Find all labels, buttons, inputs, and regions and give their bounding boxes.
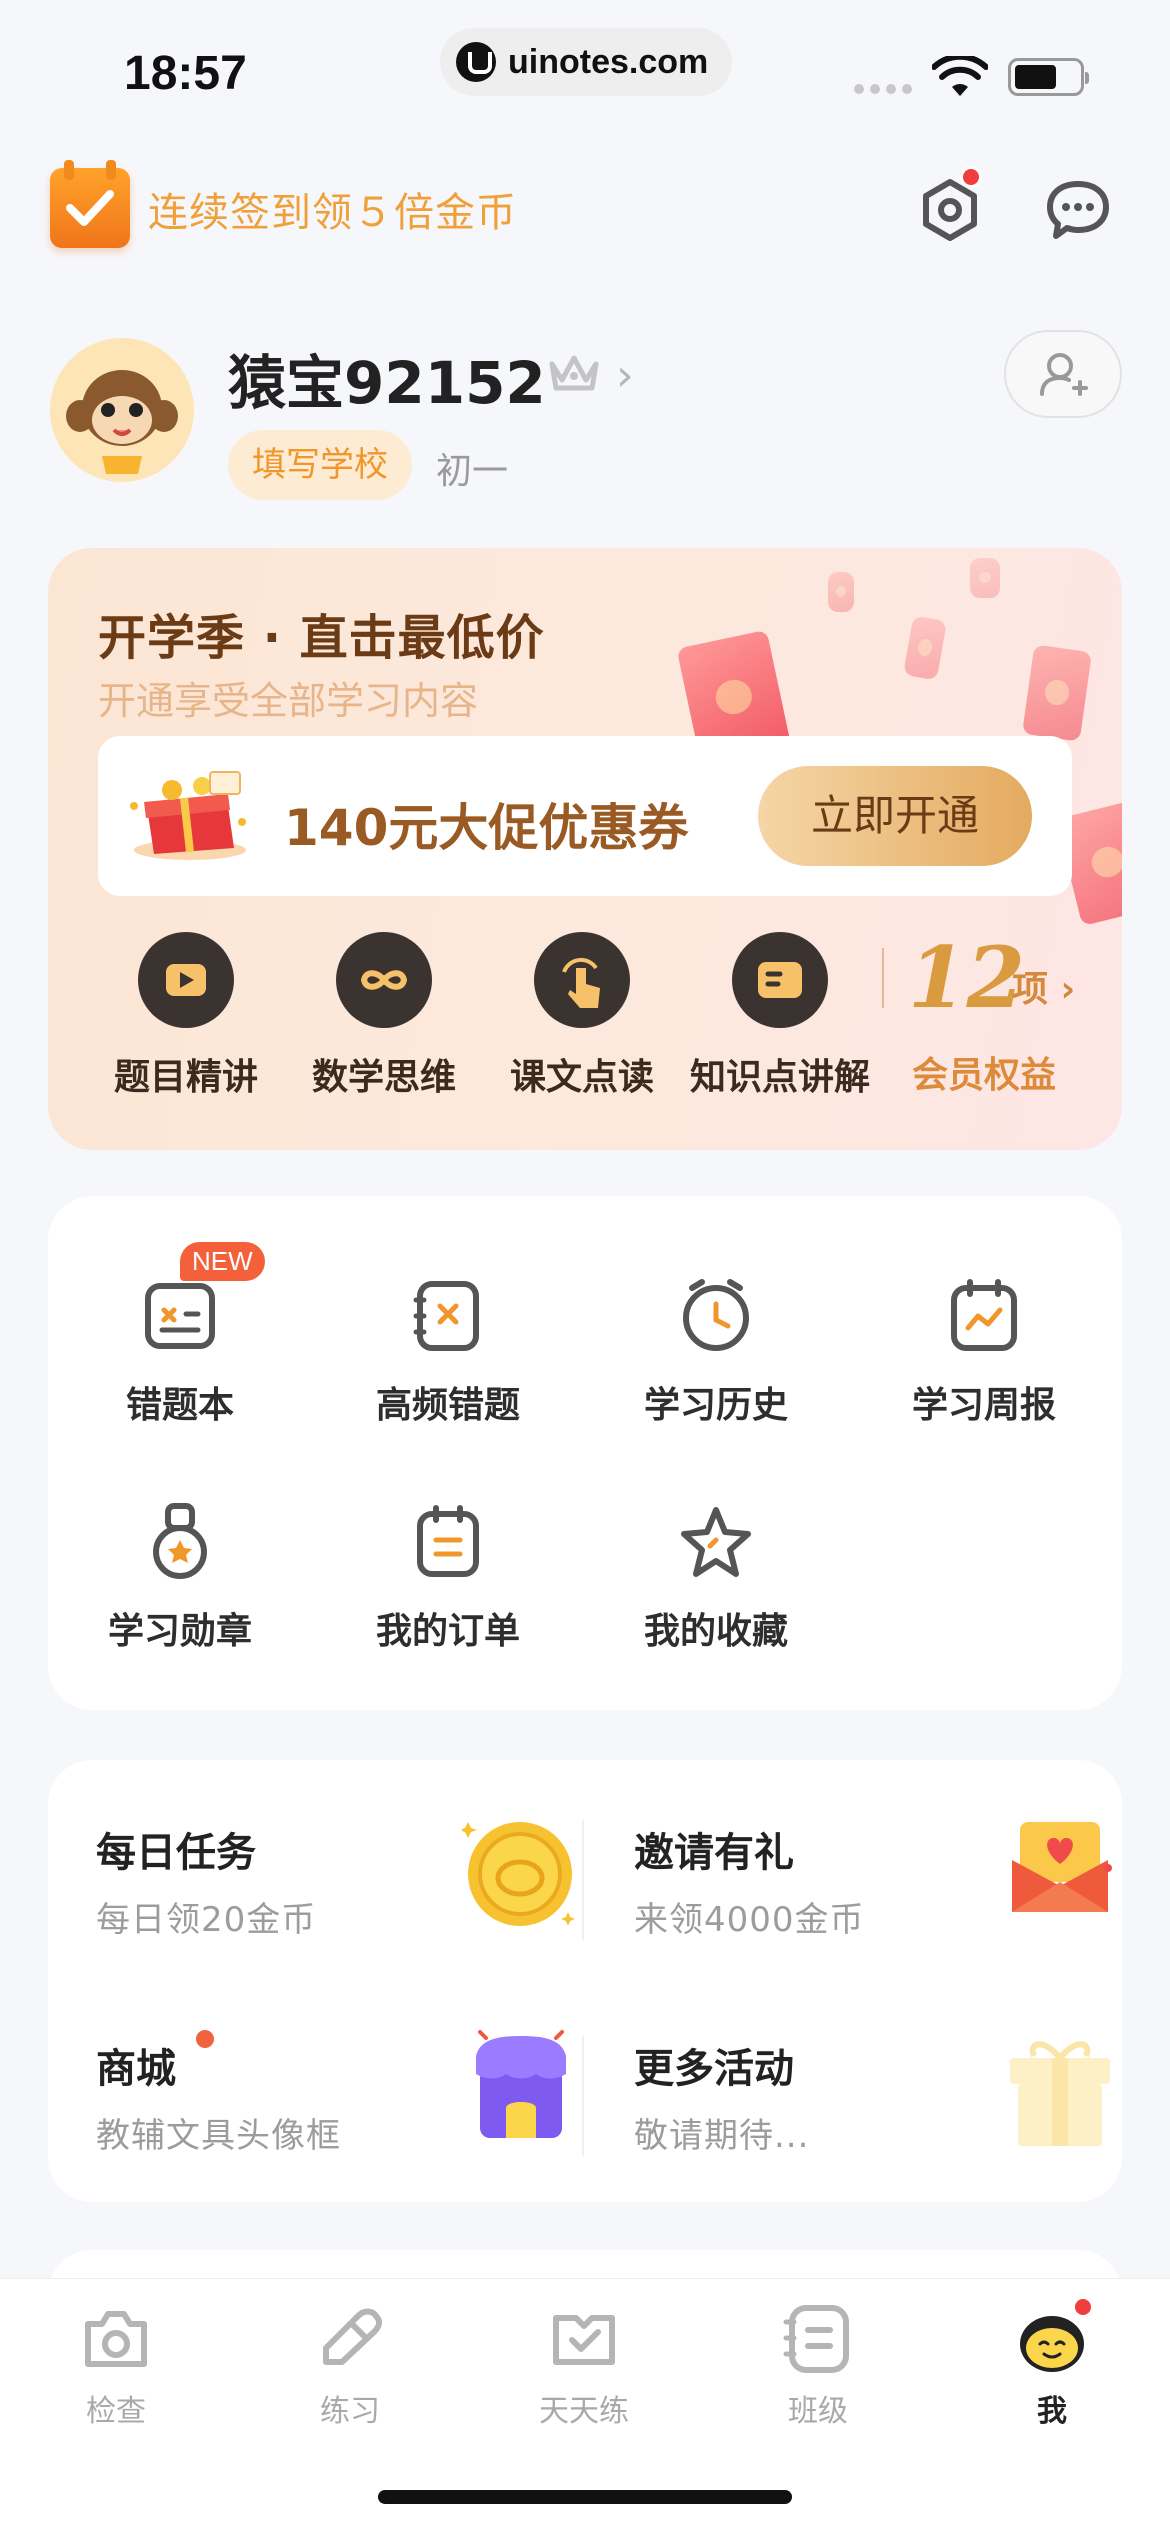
pencil-icon	[323, 2308, 383, 2365]
divider	[582, 2036, 584, 2156]
divider	[582, 1820, 584, 1940]
site-logo-icon	[456, 42, 496, 82]
message-button[interactable]	[1044, 176, 1112, 244]
feature-label: 知识点讲解	[690, 1057, 871, 1098]
url-pill[interactable]: uinotes.com	[440, 28, 732, 96]
card-icon	[732, 932, 828, 1028]
vip-feature-item[interactable]: 知识点讲解	[690, 932, 870, 1100]
benefits-count: 12	[908, 928, 1025, 1027]
vip-title: 开学季 · 直击最低价	[98, 610, 545, 666]
tab-label: 班级	[788, 2394, 848, 2429]
settings-button[interactable]	[916, 166, 984, 244]
tool-item-wrong-notebook[interactable]: NEW 错题本	[80, 1242, 280, 1428]
fill-school-button[interactable]: 填写学校	[228, 430, 412, 500]
tab-label: 检查	[86, 2394, 146, 2429]
chevron-right-icon: ›	[1048, 969, 1076, 1010]
tools-card: NEW 错题本 高频错题 学习历史 学习周报 学习勋章 我的订单 我的收藏	[48, 1196, 1122, 1710]
chevron-right-icon[interactable]: ›	[616, 350, 634, 401]
tool-label: 学习历史	[643, 1385, 788, 1426]
notification-dot	[960, 166, 982, 188]
task-title: 商城	[96, 2046, 176, 2092]
add-user-icon	[1040, 353, 1088, 396]
order-icon	[408, 1502, 488, 1582]
crown-icon	[549, 355, 599, 391]
weekly-report-icon	[944, 1276, 1024, 1356]
url-text: uinotes.com	[508, 42, 709, 81]
monkey-avatar-icon	[50, 338, 194, 482]
username[interactable]: 猿宝92152	[228, 336, 546, 420]
red-envelope-icon	[1012, 1822, 1112, 1912]
tab-class[interactable]: 班级	[738, 2300, 898, 2430]
signal-icon	[854, 84, 912, 94]
tab-check[interactable]: 检查	[36, 2300, 196, 2430]
avatar[interactable]	[50, 338, 194, 482]
divider	[882, 948, 884, 1008]
vip-feature-item[interactable]: 课文点读	[492, 932, 672, 1100]
gold-coin-icon	[462, 1822, 575, 1926]
tab-practice[interactable]: 练习	[270, 2300, 430, 2430]
vip-feature-item[interactable]: 题目精讲	[96, 932, 276, 1100]
grade-text: 初一	[436, 451, 509, 492]
notification-dot	[1072, 2296, 1094, 2318]
wifi-icon	[932, 56, 988, 96]
vip-subtitle: 开通享受全部学习内容	[98, 679, 479, 723]
gift-box-icon	[1010, 2041, 1110, 2146]
tool-label: 学习周报	[911, 1385, 1056, 1426]
tab-me[interactable]: 我	[972, 2296, 1132, 2430]
new-badge: NEW	[180, 1242, 265, 1281]
feature-label: 题目精讲	[113, 1057, 258, 1098]
finger-tap-icon	[534, 932, 630, 1028]
tab-label: 我	[1037, 2394, 1067, 2429]
infinity-icon	[336, 932, 432, 1028]
tool-item-medals[interactable]: 学习勋章	[80, 1502, 280, 1654]
home-indicator[interactable]	[378, 2490, 792, 2504]
add-friend-button[interactable]	[1004, 330, 1122, 418]
feature-label: 数学思维	[311, 1057, 456, 1098]
vip-feature-item[interactable]: 数学思维	[294, 932, 474, 1100]
battery-icon	[1008, 58, 1089, 96]
task-shop[interactable]: 商城 教辅文具头像框	[96, 2030, 566, 2166]
tool-label: 学习勋章	[107, 1611, 252, 1652]
notification-dot	[196, 2030, 214, 2048]
task-daily[interactable]: 每日任务 每日领20金币	[96, 1820, 575, 1950]
gift-coupon-icon	[130, 771, 246, 860]
task-more-activities[interactable]: 更多活动 敬请期待...	[634, 2036, 1110, 2166]
open-vip-button[interactable]: 立即开通	[758, 766, 1032, 866]
tab-daily[interactable]: 天天练	[504, 2300, 664, 2430]
shop-icon	[476, 2030, 566, 2138]
benefits-label[interactable]: 会员权益	[912, 1046, 1056, 1098]
signin-promo-text[interactable]: 连续签到领５倍金币	[148, 180, 517, 238]
daily-check-icon	[553, 2315, 615, 2365]
tasks-card: 每日任务 每日领20金币 邀请有礼 来领4000金币 商城 教辅文具头像框 更多…	[48, 1760, 1122, 2202]
wrong-notebook-icon: NEW	[140, 1242, 265, 1356]
play-icon	[138, 932, 234, 1028]
coupon-banner[interactable]: 140元大促优惠券 立即开通	[98, 736, 1072, 896]
feature-label: 课文点读	[509, 1057, 654, 1098]
camera-icon	[85, 2311, 147, 2367]
task-invite[interactable]: 邀请有礼 来领4000金币	[634, 1820, 1112, 1950]
clock-icon	[676, 1276, 756, 1356]
tool-label: 错题本	[125, 1385, 234, 1426]
star-icon	[676, 1502, 756, 1582]
tool-item-weekly-report[interactable]: 学习周报	[884, 1276, 1084, 1428]
tool-label: 我的订单	[375, 1611, 520, 1652]
chat-bubble-icon	[1047, 181, 1109, 239]
tab-label: 天天练	[539, 2394, 629, 2429]
tool-label: 高频错题	[375, 1385, 520, 1426]
tool-item-orders[interactable]: 我的订单	[348, 1502, 548, 1654]
class-icon	[783, 2305, 849, 2373]
tool-label: 我的收藏	[643, 1611, 788, 1652]
frequent-mistake-icon	[408, 1276, 488, 1356]
status-time: 18:57	[124, 47, 247, 100]
calendar-check-icon[interactable]	[50, 160, 130, 248]
benefits-unit[interactable]: 项 ›	[1012, 960, 1075, 1012]
tool-item-history[interactable]: 学习历史	[616, 1276, 816, 1428]
medal-icon	[140, 1502, 220, 1582]
vip-promo-card[interactable]: 开学季 · 直击最低价 开通享受全部学习内容 140元大促优惠券 立即开通 题目…	[48, 548, 1122, 1150]
tab-label: 练习	[320, 2394, 380, 2429]
tool-item-favorites[interactable]: 我的收藏	[616, 1502, 816, 1654]
coupon-text: 140元大促优惠券	[284, 799, 689, 857]
tool-item-frequent-mistakes[interactable]: 高频错题	[348, 1276, 548, 1428]
